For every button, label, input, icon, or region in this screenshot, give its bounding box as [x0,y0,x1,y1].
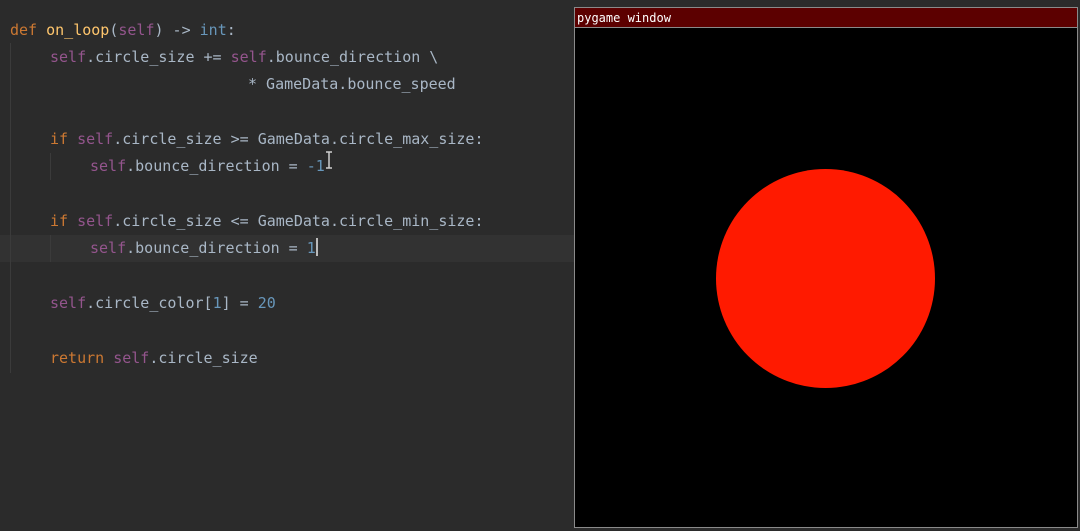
code-line-9[interactable]: self.bounce_direction = 1 [90,235,318,262]
code-line-2[interactable]: self.circle_size += self.bounce_directio… [50,44,438,71]
code-line-3[interactable]: * GameData.bounce_speed [248,71,456,98]
ibeam-cursor-icon [326,151,332,169]
code-line-8[interactable]: if self.circle_size <= GameData.circle_m… [50,208,483,235]
code-editor[interactable]: def on_loop(self) -> int: self.circle_si… [0,0,574,531]
bouncing-circle [716,169,935,388]
window-title: pygame window [577,11,671,25]
window-titlebar[interactable]: pygame window [575,8,1077,28]
indent-guide [50,153,51,180]
code-line-5[interactable]: if self.circle_size >= GameData.circle_m… [50,126,483,153]
code-line-11[interactable]: self.circle_color[1] = 20 [50,290,276,317]
code-line-13[interactable]: return self.circle_size [50,345,258,372]
pygame-window[interactable]: pygame window [574,7,1078,528]
game-canvas[interactable] [575,28,1077,527]
code-line-1[interactable]: def on_loop(self) -> int: [10,17,236,44]
indent-guide [10,43,11,373]
text-cursor [315,238,318,256]
code-line-6[interactable]: self.bounce_direction = -1 [90,153,325,180]
indent-guide [50,235,51,262]
